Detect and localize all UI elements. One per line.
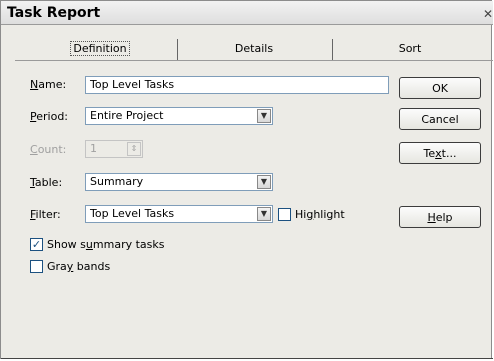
tab-divider <box>332 39 333 61</box>
ok-button[interactable]: OK <box>399 77 481 99</box>
count-label: Count: <box>30 143 67 156</box>
tab-definition-label: Definition <box>70 40 130 56</box>
chevron-down-icon[interactable]: ▼ <box>257 109 271 123</box>
count-spinner: 1 ⇕ <box>85 140 143 158</box>
help-button[interactable]: Help <box>399 206 481 228</box>
gray-bands-label: Gray bands <box>47 260 111 273</box>
filter-dropdown[interactable]: Top Level Tasks ▼ <box>85 205 273 223</box>
show-summary-tasks-checkbox[interactable]: ✓ <box>30 238 43 251</box>
highlight-label: Highlight <box>295 208 345 221</box>
task-report-dialog: Task Report ✕ Definition Details Sort Na… <box>0 0 493 359</box>
highlight-checkbox[interactable] <box>278 208 291 221</box>
title-bar: Task Report ✕ <box>1 1 493 25</box>
name-input[interactable]: Top Level Tasks <box>85 76 389 94</box>
cancel-button[interactable]: Cancel <box>399 108 481 130</box>
chevron-down-icon[interactable]: ▼ <box>257 175 271 189</box>
dialog-bottom-border <box>1 358 493 359</box>
filter-label: Filter: <box>30 208 61 221</box>
tab-details-label: Details <box>234 41 274 55</box>
gray-bands-checkbox[interactable] <box>30 260 43 273</box>
period-dropdown[interactable]: Entire Project ▼ <box>85 107 273 125</box>
tab-strip-border <box>15 60 493 61</box>
tab-sort-label: Sort <box>398 41 422 55</box>
filter-value: Top Level Tasks <box>90 207 175 220</box>
tab-divider <box>177 39 178 61</box>
period-label: Period: <box>30 110 69 123</box>
tab-details[interactable]: Details <box>179 36 329 60</box>
dialog-title: Task Report <box>7 5 101 21</box>
chevron-down-icon[interactable]: ▼ <box>257 207 271 221</box>
checkmark-icon: ✓ <box>31 238 42 251</box>
name-label: Name: <box>30 78 67 91</box>
table-value: Summary <box>90 175 144 188</box>
show-summary-tasks-label: Show summary tasks <box>47 238 165 251</box>
period-value: Entire Project <box>90 109 164 122</box>
tab-sort[interactable]: Sort <box>335 36 485 60</box>
tab-definition[interactable]: Definition <box>25 36 175 60</box>
close-icon[interactable]: ✕ <box>483 7 493 21</box>
table-label: Table: <box>30 176 63 189</box>
count-value: 1 <box>90 142 97 155</box>
text-button[interactable]: Te x t... <box>399 142 481 164</box>
table-dropdown[interactable]: Summary ▼ <box>85 173 273 191</box>
spinner-arrows-icon: ⇕ <box>127 142 141 156</box>
